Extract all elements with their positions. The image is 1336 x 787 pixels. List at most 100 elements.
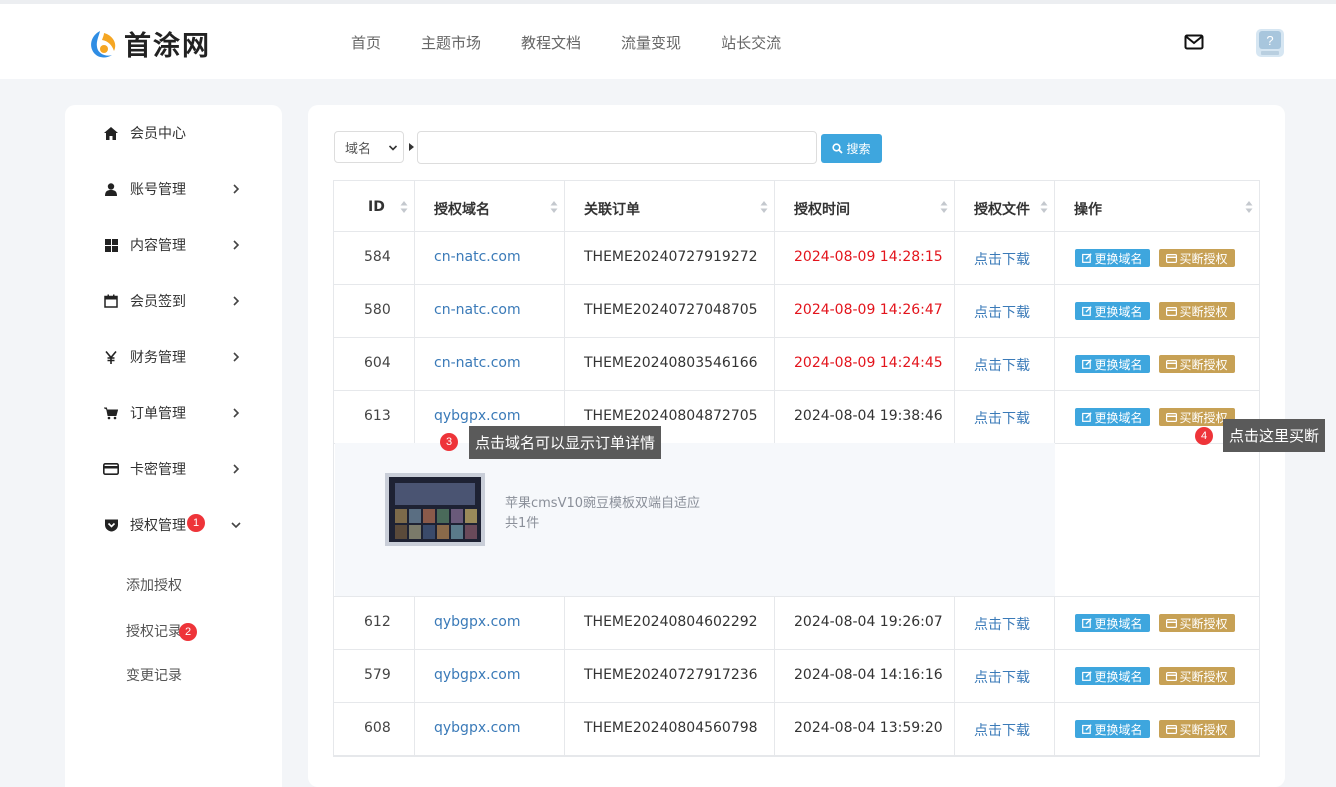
download-link[interactable]: 点击下载 xyxy=(974,355,1030,375)
sidebar-item-finance[interactable]: 财务管理 xyxy=(65,337,282,377)
change-domain-button[interactable]: 更换域名 xyxy=(1075,302,1150,320)
product-thumbnail[interactable] xyxy=(385,473,485,546)
cell-domain-link[interactable]: cn-natc.com xyxy=(434,302,521,318)
column-header-time[interactable]: 授权时间 xyxy=(794,199,850,219)
change-domain-button[interactable]: 更换域名 xyxy=(1075,667,1150,685)
search-field-select[interactable]: 域名 xyxy=(334,131,404,163)
sort-icon[interactable] xyxy=(1040,200,1048,214)
cell-id: 580 xyxy=(364,302,391,318)
sidebar-item-member-center[interactable]: 会员中心 xyxy=(65,113,282,153)
buyout-license-button[interactable]: 买断授权 xyxy=(1159,720,1235,738)
download-link[interactable]: 点击下载 xyxy=(974,249,1030,269)
download-link[interactable]: 点击下载 xyxy=(974,614,1030,634)
column-header-actions[interactable]: 操作 xyxy=(1074,199,1102,219)
buyout-license-button[interactable]: 买断授权 xyxy=(1159,614,1235,632)
credit-card-icon xyxy=(1166,724,1178,734)
step-badge-4: 4 xyxy=(1195,427,1213,445)
tooltip-text: 点击这里买断 xyxy=(1229,427,1320,445)
sidebar-subitem-change-records[interactable]: 变更记录 xyxy=(126,665,182,685)
sidebar-item-license[interactable]: 授权管理 1 xyxy=(65,505,282,545)
site-logo[interactable]: 首涂网 xyxy=(86,24,211,63)
chevron-right-icon xyxy=(233,352,240,362)
column-header-domain[interactable]: 授权域名 xyxy=(434,199,490,219)
step-badge-3: 3 xyxy=(440,433,458,451)
license-table: ID 授权域名 关联订单 授权时间 授权文件 操作 苹果cmsV10豌豆模板双端… xyxy=(333,180,1260,757)
change-domain-button[interactable]: 更换域名 xyxy=(1075,408,1150,426)
sidebar-item-label: 财务管理 xyxy=(130,350,186,366)
download-link[interactable]: 点击下载 xyxy=(974,408,1030,428)
cell-domain-link[interactable]: cn-natc.com xyxy=(434,355,521,371)
product-count: 共1件 xyxy=(505,516,540,531)
column-header-file[interactable]: 授权文件 xyxy=(974,199,1030,219)
cell-time: 2024-08-09 14:28:15 xyxy=(794,249,943,265)
cell-order: THEME20240727917236 xyxy=(584,667,758,683)
chevron-down-icon xyxy=(231,522,241,529)
chevron-down-icon xyxy=(389,145,397,151)
sort-icon[interactable] xyxy=(760,200,768,214)
edit-icon xyxy=(1082,253,1093,263)
download-link[interactable]: 点击下载 xyxy=(974,720,1030,740)
buyout-license-button[interactable]: 买断授权 xyxy=(1159,249,1235,267)
edit-icon xyxy=(1082,412,1093,422)
product-title[interactable]: 苹果cmsV10豌豆模板双端自适应 xyxy=(505,492,700,511)
cell-domain-link[interactable]: qybgpx.com xyxy=(434,408,520,424)
sort-icon[interactable] xyxy=(940,200,948,214)
nav-home[interactable]: 首页 xyxy=(351,32,381,53)
sidebar-item-orders[interactable]: 订单管理 xyxy=(65,393,282,433)
chevron-right-icon xyxy=(233,184,240,194)
download-link[interactable]: 点击下载 xyxy=(974,302,1030,322)
nav-traffic[interactable]: 流量变现 xyxy=(621,32,681,53)
avatar-help-icon[interactable]: ? xyxy=(1255,28,1285,58)
mail-icon[interactable] xyxy=(1184,34,1204,50)
sort-icon[interactable] xyxy=(1245,200,1253,214)
credit-card-icon xyxy=(1166,306,1178,316)
buyout-license-button[interactable]: 买断授权 xyxy=(1159,355,1235,373)
order-detail-panel: 苹果cmsV10豌豆模板双端自适应 共1件 xyxy=(335,443,1055,596)
cart-icon xyxy=(103,405,119,421)
sidebar-subitem-add-license[interactable]: 添加授权 xyxy=(126,575,182,595)
cell-domain-link[interactable]: qybgpx.com xyxy=(434,667,520,683)
change-domain-label: 更换域名 xyxy=(1094,669,1143,684)
cell-time: 2024-08-09 14:26:47 xyxy=(794,302,943,318)
main-nav: 首页 主题市场 教程文档 流量变现 站长交流 xyxy=(351,32,821,53)
svg-text:?: ? xyxy=(1266,33,1273,48)
credit-card-icon xyxy=(103,461,119,477)
credit-card-icon xyxy=(1166,253,1178,263)
change-domain-button[interactable]: 更换域名 xyxy=(1075,614,1150,632)
change-domain-button[interactable]: 更换域名 xyxy=(1075,720,1150,738)
sidebar-item-account[interactable]: 账号管理 xyxy=(65,169,282,209)
tooltip-buyout: 点击这里买断 xyxy=(1223,419,1326,452)
credit-card-icon xyxy=(1166,412,1178,422)
step-badge-2: 2 xyxy=(179,623,197,641)
cell-domain-link[interactable]: cn-natc.com xyxy=(434,249,521,265)
change-domain-button[interactable]: 更换域名 xyxy=(1075,249,1150,267)
change-domain-label: 更换域名 xyxy=(1094,251,1143,266)
buyout-license-button[interactable]: 买断授权 xyxy=(1159,302,1235,320)
cell-domain-link[interactable]: qybgpx.com xyxy=(434,720,520,736)
search-button[interactable]: 搜索 xyxy=(821,134,882,163)
sidebar-item-checkin[interactable]: 会员签到 xyxy=(65,281,282,321)
sidebar-item-cards[interactable]: 卡密管理 xyxy=(65,449,282,489)
sort-icon[interactable] xyxy=(550,200,558,214)
sidebar-item-content[interactable]: 内容管理 xyxy=(65,225,282,265)
edit-icon xyxy=(1082,724,1093,734)
cell-time: 2024-08-09 14:24:45 xyxy=(794,355,943,371)
sidebar-subitem-license-records[interactable]: 授权记录 xyxy=(126,621,182,641)
buyout-license-button[interactable]: 买断授权 xyxy=(1159,667,1235,685)
column-header-id[interactable]: ID xyxy=(368,199,385,215)
search-input[interactable] xyxy=(417,131,817,164)
sort-icon[interactable] xyxy=(400,200,408,214)
change-domain-button[interactable]: 更换域名 xyxy=(1075,355,1150,373)
edit-icon xyxy=(1082,306,1093,316)
chevron-right-icon xyxy=(233,296,240,306)
download-link[interactable]: 点击下载 xyxy=(974,667,1030,687)
grid-icon xyxy=(103,237,119,253)
chevron-right-icon xyxy=(233,240,240,250)
nav-theme-market[interactable]: 主题市场 xyxy=(421,32,481,53)
sidebar-item-label: 订单管理 xyxy=(130,406,186,422)
sidebar-item-label: 授权管理 xyxy=(130,518,186,534)
nav-community[interactable]: 站长交流 xyxy=(721,32,781,53)
nav-tutorials[interactable]: 教程文档 xyxy=(521,32,581,53)
cell-domain-link[interactable]: qybgpx.com xyxy=(434,614,520,630)
column-header-order[interactable]: 关联订单 xyxy=(584,199,640,219)
